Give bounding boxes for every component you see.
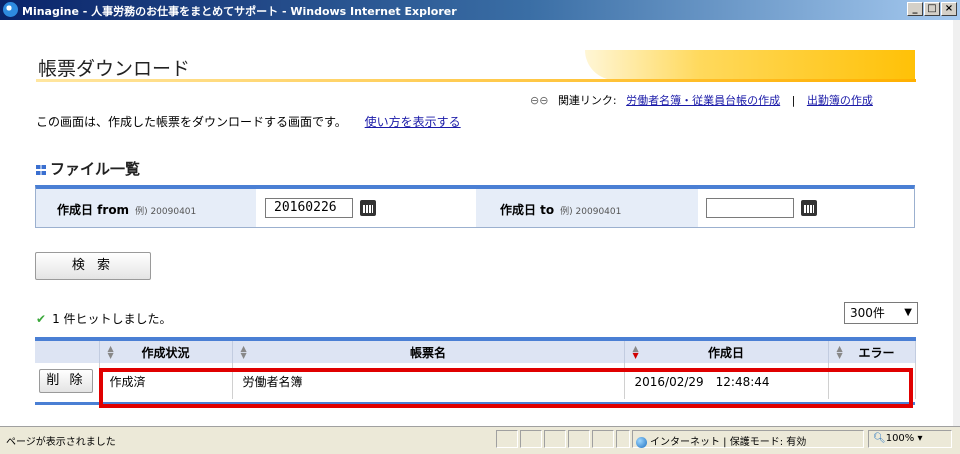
globe-icon bbox=[636, 436, 647, 448]
section-title-text: ファイル一覧 bbox=[50, 160, 141, 178]
cell-status: 作成済 bbox=[99, 363, 233, 399]
status-pane bbox=[568, 430, 590, 448]
status-pane bbox=[520, 430, 542, 448]
table-bottom-border bbox=[35, 402, 915, 405]
col-action bbox=[35, 337, 100, 363]
window-title-bar: Minagine - 人事労務のお仕事をまとめてサポート - Windows I… bbox=[0, 0, 960, 20]
chain-link-icon: ⊖⊖ bbox=[530, 94, 549, 107]
page-description: この画面は、作成した帳票をダウンロードする画面です。 使い方を表示する bbox=[36, 113, 461, 130]
col-created-date[interactable]: ▲ ▼ 作成日 bbox=[624, 337, 829, 363]
calendar-icon[interactable] bbox=[360, 200, 376, 216]
date-from-input[interactable]: 20160226 bbox=[265, 198, 353, 218]
security-zone[interactable]: インターネット | 保護モード: 有効 bbox=[636, 433, 806, 448]
close-button[interactable]: × bbox=[941, 2, 957, 16]
zoom-level: 100% bbox=[885, 433, 915, 444]
zoom-control[interactable]: 🔍︎100% ▾ bbox=[873, 433, 923, 444]
window-edge bbox=[953, 20, 960, 426]
results-table: ▲ ▼ 作成状況 ▲ ▼ 帳票名 ▲ ▼ 作成日 ▲ ▼ エラー 削 除 作成済 労働者… bbox=[35, 337, 916, 399]
header-decoration bbox=[585, 50, 915, 80]
delete-button[interactable]: 削 除 bbox=[39, 369, 93, 393]
col-report-name[interactable]: ▲ ▼ 帳票名 bbox=[232, 337, 625, 363]
sort-icon[interactable]: ▲ ▼ bbox=[241, 345, 247, 360]
col-status[interactable]: ▲ ▼ 作成状況 bbox=[99, 337, 233, 363]
page-title: 帳票ダウンロード bbox=[38, 58, 191, 80]
help-link[interactable]: 使い方を表示する bbox=[365, 115, 461, 129]
col-status-label: 作成状況 bbox=[141, 345, 190, 360]
sort-icon[interactable]: ▲ ▼ bbox=[108, 345, 114, 360]
col-created-date-label: 作成日 bbox=[707, 345, 744, 360]
search-button[interactable]: 検 索 bbox=[35, 252, 151, 280]
from-example: 例) 20090401 bbox=[135, 207, 197, 217]
sort-icon[interactable]: ▲ ▼ bbox=[837, 345, 843, 360]
security-zone-text: インターネット | 保護モード: 有効 bbox=[650, 437, 807, 448]
calendar-icon[interactable] bbox=[801, 200, 817, 216]
minimize-button[interactable]: _ bbox=[907, 2, 923, 16]
cell-created-date: 2016/02/29 12:48:44 bbox=[624, 363, 829, 399]
ie-logo-icon bbox=[3, 2, 18, 17]
per-page-value: 300件 bbox=[850, 306, 885, 320]
per-page-select[interactable]: 300件 ▼ bbox=[844, 302, 918, 324]
section-bullet-icon bbox=[36, 164, 46, 175]
to-label-cell: 作成日 to 例) 20090401 bbox=[476, 189, 698, 227]
table-header-row: ▲ ▼ 作成状況 ▲ ▼ 帳票名 ▲ ▼ 作成日 ▲ ▼ エラー bbox=[35, 337, 916, 363]
related-separator: | bbox=[791, 94, 796, 107]
to-example: 例) 20090401 bbox=[560, 207, 622, 217]
description-text: この画面は、作成した帳票をダウンロードする画面です。 bbox=[36, 115, 347, 129]
hit-count: ✔ 1 件ヒットしました。 bbox=[36, 310, 172, 327]
hit-count-text: 1 件ヒットしました。 bbox=[52, 312, 172, 326]
link-worker-register[interactable]: 労働者名簿・従業員台帳の作成 bbox=[626, 94, 780, 107]
status-pane bbox=[544, 430, 566, 448]
zoom-icon: 🔍︎ bbox=[873, 433, 886, 444]
status-text: ページが表示されました bbox=[6, 437, 116, 448]
to-label: 作成日 to 例) 20090401 bbox=[500, 203, 622, 217]
from-label: 作成日 from 例) 20090401 bbox=[57, 203, 197, 217]
related-label: 関連リンク: bbox=[557, 94, 617, 107]
search-panel: 作成日 from 例) 20090401 20160226 作成日 to 例) 20… bbox=[35, 185, 915, 228]
link-attendance-book[interactable]: 出勤簿の作成 bbox=[807, 94, 873, 107]
checkmark-icon: ✔ bbox=[36, 312, 47, 326]
status-bar: ページが表示されました インターネット | 保護モード: 有効 🔍︎100% ▾ bbox=[0, 426, 960, 454]
maximize-button[interactable]: □ bbox=[924, 2, 940, 16]
status-pane bbox=[496, 430, 518, 448]
sort-desc-icon[interactable]: ▲ ▼ bbox=[633, 345, 639, 360]
dropdown-arrow-icon: ▼ bbox=[904, 307, 912, 318]
table-row: 削 除 作成済 労働者名簿 2016/02/29 12:48:44 bbox=[35, 363, 916, 399]
cell-error bbox=[828, 363, 916, 399]
window-title: Minagine - 人事労務のお仕事をまとめてサポート - Windows I… bbox=[22, 5, 457, 18]
related-links: ⊖⊖ 関連リンク: 労働者名簿・従業員台帳の作成 | 出勤簿の作成 bbox=[530, 92, 873, 108]
from-label-cell: 作成日 from 例) 20090401 bbox=[36, 189, 256, 227]
col-error-label: エラー bbox=[858, 345, 895, 360]
date-to-input[interactable] bbox=[706, 198, 794, 218]
section-title: ファイル一覧 bbox=[36, 158, 140, 179]
col-report-name-label: 帳票名 bbox=[409, 345, 446, 360]
status-pane bbox=[616, 430, 630, 448]
col-error[interactable]: ▲ ▼ エラー bbox=[828, 337, 916, 363]
cell-report-name: 労働者名簿 bbox=[232, 363, 625, 399]
status-pane bbox=[592, 430, 614, 448]
